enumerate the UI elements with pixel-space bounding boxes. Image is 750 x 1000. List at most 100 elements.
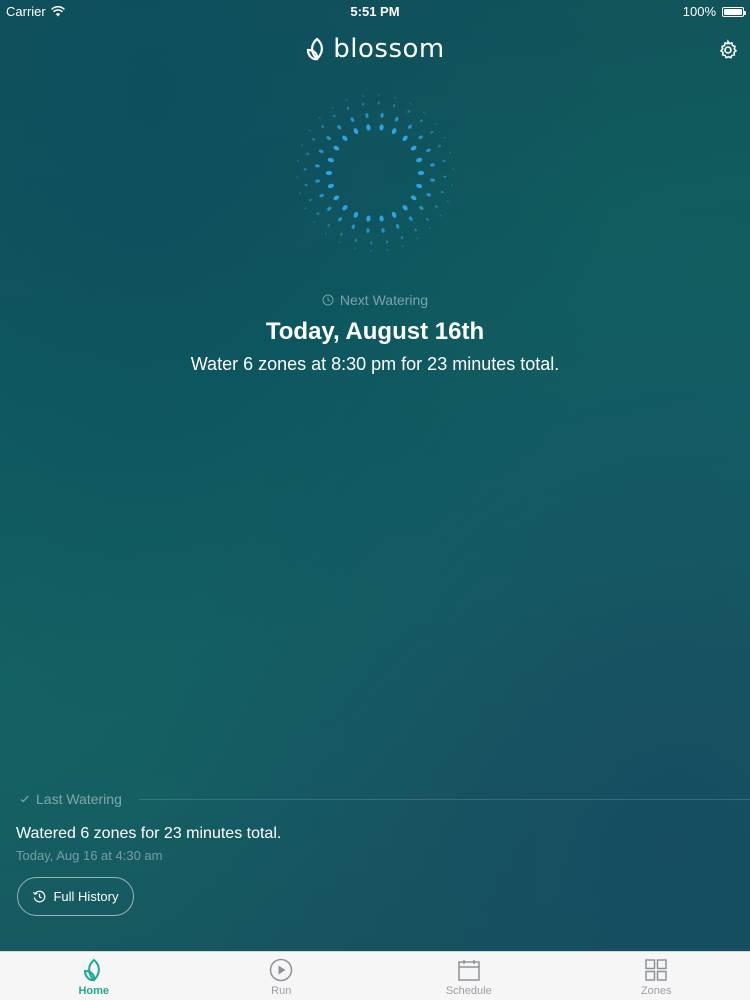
- next-watering-label: Next Watering: [339, 292, 429, 308]
- water-drop: [423, 111, 425, 114]
- water-drop: [366, 228, 370, 233]
- water-drop: [337, 125, 342, 130]
- water-drop: [346, 99, 348, 102]
- water-drop: [416, 183, 423, 189]
- water-drop: [350, 117, 355, 122]
- water-drop: [353, 211, 359, 218]
- water-drop: [407, 110, 410, 114]
- section-divider: [138, 798, 750, 800]
- water-drop: [366, 215, 371, 222]
- water-drop: [342, 135, 348, 141]
- logo-text: blossom: [333, 34, 445, 64]
- water-drop: [370, 249, 372, 252]
- full-history-button[interactable]: Full History: [17, 877, 134, 916]
- water-drop: [426, 192, 432, 197]
- water-drop: [409, 102, 412, 105]
- water-drop: [418, 135, 423, 140]
- water-drop: [420, 119, 423, 122]
- water-drop: [319, 193, 324, 198]
- water-drop: [451, 168, 454, 170]
- water-drop: [434, 205, 438, 208]
- water-drop: [327, 183, 334, 189]
- last-watering-time: Today, Aug 16 at 4:30 am: [16, 848, 163, 863]
- water-drop: [361, 102, 365, 106]
- water-drop: [439, 214, 442, 217]
- tab-run[interactable]: Run: [188, 952, 376, 1000]
- gear-icon[interactable]: [716, 38, 740, 62]
- water-drop: [416, 157, 423, 163]
- battery-percent: 100%: [682, 4, 716, 19]
- tab-home-label: Home: [78, 985, 110, 997]
- home-screen: Carrier 5:51 PM 100% blossom Next Wateri…: [0, 0, 750, 1000]
- water-drop: [296, 176, 299, 178]
- battery-icon: [722, 6, 746, 17]
- water-drop: [321, 125, 324, 128]
- water-drop: [400, 236, 404, 240]
- water-drop: [308, 198, 312, 202]
- water-drop: [308, 129, 311, 132]
- water-drop: [430, 131, 434, 134]
- water-drop: [430, 163, 435, 167]
- history-icon: [33, 890, 46, 903]
- water-drop: [303, 168, 307, 171]
- watering-ring-graphic: [296, 94, 454, 252]
- water-drop: [327, 206, 332, 211]
- app-header: blossom: [0, 34, 750, 68]
- water-drop: [304, 183, 308, 187]
- play-icon: [270, 958, 293, 982]
- water-drop: [426, 218, 429, 221]
- tab-bar: Home Run Schedule Zones: [0, 951, 750, 1000]
- water-drop: [338, 241, 341, 244]
- water-drop: [426, 148, 431, 153]
- water-drop: [430, 178, 435, 182]
- water-drop: [449, 152, 452, 154]
- water-drop: [342, 205, 348, 211]
- water-drop: [391, 128, 397, 135]
- checkmark-icon: [20, 795, 29, 803]
- water-drop: [316, 212, 320, 215]
- water-drop: [393, 104, 396, 108]
- water-drop: [301, 144, 304, 146]
- water-drop: [419, 205, 424, 210]
- full-history-label: Full History: [53, 889, 119, 904]
- water-drop: [438, 144, 442, 148]
- water-drop: [410, 145, 417, 151]
- water-drop: [354, 238, 357, 242]
- water-drop: [377, 101, 380, 105]
- water-drop: [429, 227, 432, 230]
- tab-zones[interactable]: Zones: [563, 952, 750, 1000]
- water-drop: [417, 170, 425, 176]
- water-drop: [327, 157, 334, 163]
- water-drop: [386, 248, 388, 252]
- next-watering-header: Next Watering: [0, 292, 750, 308]
- status-time: 5:51 PM: [350, 4, 400, 19]
- water-drop: [385, 240, 389, 244]
- last-watering-header: Last Watering: [20, 791, 750, 807]
- water-drop: [414, 228, 417, 232]
- water-drop: [318, 116, 321, 119]
- status-bar: Carrier 5:51 PM 100%: [0, 0, 750, 22]
- water-drop: [340, 232, 343, 236]
- water-drop: [434, 123, 437, 125]
- leaf-icon: [83, 958, 100, 982]
- water-drop: [333, 145, 340, 151]
- tab-home[interactable]: Home: [0, 952, 188, 1000]
- water-drop: [402, 205, 408, 211]
- water-drop: [318, 149, 324, 154]
- water-drop: [380, 113, 384, 118]
- water-drop: [325, 232, 327, 235]
- clock-icon: [322, 294, 334, 306]
- water-drop: [370, 241, 373, 245]
- water-drop: [296, 160, 300, 162]
- last-watering-label: Last Watering: [36, 791, 122, 807]
- water-drop: [315, 179, 320, 183]
- water-drop: [351, 224, 356, 230]
- water-drop: [346, 106, 350, 110]
- grid-icon: [645, 959, 667, 981]
- status-right: 100%: [682, 4, 746, 19]
- water-drop: [395, 224, 400, 229]
- water-drop: [304, 207, 307, 210]
- tab-schedule-label: Schedule: [445, 985, 492, 997]
- tab-schedule[interactable]: Schedule: [375, 952, 563, 1000]
- leaf-logo-icon: [307, 37, 324, 61]
